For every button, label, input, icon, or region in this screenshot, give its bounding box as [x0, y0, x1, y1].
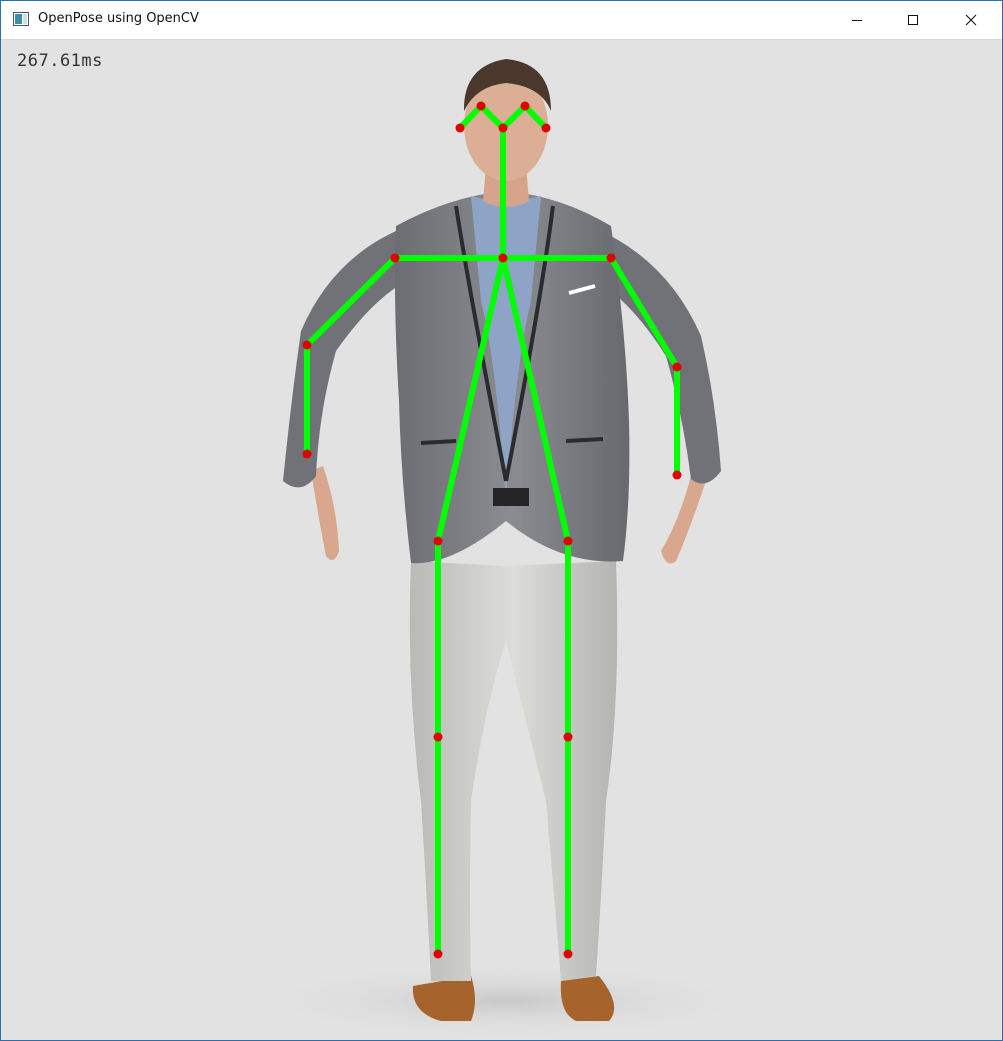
keypoint-right-ankle [433, 949, 443, 959]
keypoint-left-ear [541, 123, 551, 133]
keypoint-left-elbow [672, 362, 682, 372]
close-icon [965, 14, 977, 26]
keypoint-right-knee [433, 732, 443, 742]
keypoint-right-eye [476, 101, 486, 111]
keypoint-neck [498, 253, 508, 263]
opencv-window: OpenPose using OpenCV 267.61ms [0, 0, 1003, 1041]
keypoint-left-shoulder [606, 253, 616, 263]
maximize-icon [908, 15, 918, 25]
title-bar[interactable]: OpenPose using OpenCV [1, 1, 1002, 40]
opencv-window-icon [13, 12, 29, 26]
keypoint-right-elbow [302, 340, 312, 350]
window-title: OpenPose using OpenCV [38, 11, 199, 26]
keypoint-left-knee [563, 732, 573, 742]
inference-time-label: 267.61ms [17, 51, 103, 71]
keypoint-left-hip [563, 536, 573, 546]
close-button[interactable] [948, 1, 994, 39]
keypoint-right-ear [455, 123, 465, 133]
keypoint-right-hip [433, 536, 443, 546]
keypoint-left-wrist [672, 470, 682, 480]
keypoint-left-ankle [563, 949, 573, 959]
pose-image [1, 40, 1002, 1040]
image-viewport: 267.61ms [1, 40, 1002, 1040]
keypoint-nose [498, 123, 508, 133]
maximize-button[interactable] [890, 1, 936, 39]
keypoint-right-shoulder [390, 253, 400, 263]
minimize-icon [852, 20, 862, 21]
minimize-button[interactable] [834, 1, 880, 39]
keypoint-left-eye [520, 101, 530, 111]
keypoint-right-wrist [302, 449, 312, 459]
